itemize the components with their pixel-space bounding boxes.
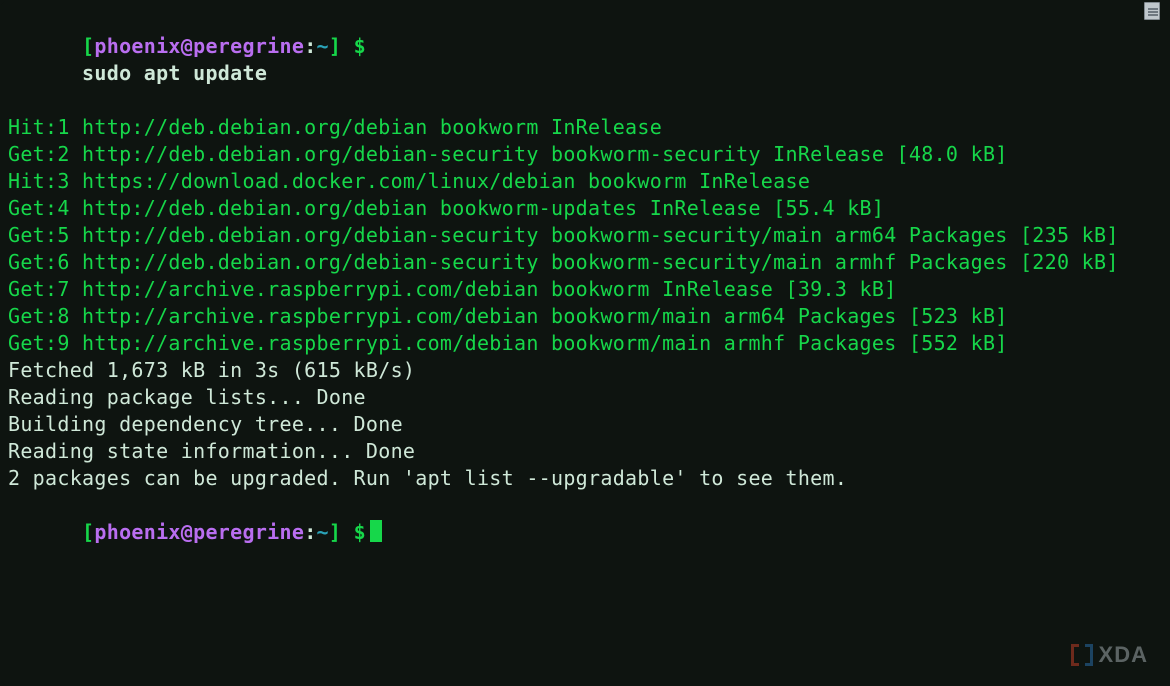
prompt2-colon: : — [304, 520, 316, 544]
scrollbar-track[interactable] — [1144, 22, 1160, 662]
prompt-dollar: $ — [341, 34, 366, 58]
terminal-cursor — [370, 520, 382, 542]
prompt2-cwd: ~ — [317, 520, 329, 544]
prompt-open-bracket: [ — [82, 34, 94, 58]
scrollbar-thumb[interactable] — [1144, 2, 1160, 20]
scrollbar-grip-icon — [1148, 14, 1158, 16]
prompt-cwd: ~ — [317, 34, 329, 58]
prompt-command: sudo apt update — [82, 61, 267, 85]
prompt2-user: phoenix — [94, 520, 180, 544]
scrollbar-grip-icon — [1148, 8, 1158, 10]
prompt-host: peregrine — [193, 34, 304, 58]
prompt2-open-bracket: [ — [82, 520, 94, 544]
prompt-user: phoenix — [94, 34, 180, 58]
prompt-at: @ — [181, 34, 193, 58]
prompt-close-bracket: ] — [329, 34, 341, 58]
apt-output-status: Fetched 1,673 kB in 3s (615 kB/s) Readin… — [8, 357, 1136, 492]
terminal-window[interactable]: [phoenix@peregrine:~] $ sudo apt update … — [0, 0, 1144, 686]
apt-output-sources: Hit:1 http://deb.debian.org/debian bookw… — [8, 114, 1136, 357]
scrollbar-grip-icon — [1148, 11, 1158, 13]
prompt-line-2[interactable]: [phoenix@peregrine:~] $ — [8, 492, 1136, 573]
screenshot-stage: [phoenix@peregrine:~] $ sudo apt update … — [0, 0, 1170, 686]
prompt2-close-bracket: ] — [329, 520, 341, 544]
prompt-colon: : — [304, 34, 316, 58]
prompt2-host: peregrine — [193, 520, 304, 544]
prompt2-dollar: $ — [341, 520, 366, 544]
prompt2-at: @ — [181, 520, 193, 544]
prompt-line-1: [phoenix@peregrine:~] $ sudo apt update — [8, 6, 1136, 114]
terminal-scrollbar[interactable] — [1144, 2, 1160, 684]
